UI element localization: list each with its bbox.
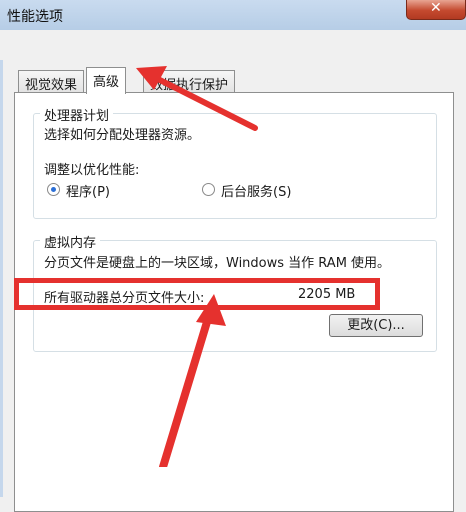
tab-dep-label: 数据执行保护 xyxy=(150,78,229,93)
background-services-radio[interactable] xyxy=(202,183,215,196)
programs-radio-label[interactable]: 程序(P) xyxy=(66,181,110,200)
tab-visual-effects[interactable]: 视觉效果 xyxy=(18,70,85,93)
virtual-memory-title: 虚拟内存 xyxy=(40,232,101,251)
radio-selected-dot xyxy=(51,187,56,192)
close-button[interactable]: ✕ xyxy=(406,0,466,20)
change-button-label: 更改(C)... xyxy=(347,318,405,333)
adjust-label: 调整以优化性能: xyxy=(44,163,140,178)
virtual-memory-description: 分页文件是硬盘上的一块区域，Windows 当作 RAM 使用。 xyxy=(44,256,391,271)
window-title: 性能选项 xyxy=(7,9,63,25)
change-button[interactable]: 更改(C)... xyxy=(329,314,423,337)
dialog-client-area: 视觉效果 高级 数据执行保护 处理器计划 选择如何分配处理器资源。 调整以优化性… xyxy=(0,30,466,512)
programs-radio[interactable] xyxy=(47,183,60,196)
processor-description: 选择如何分配处理器资源。 xyxy=(44,128,201,143)
window-border xyxy=(0,60,3,497)
tab-advanced-label: 高级 xyxy=(93,75,120,90)
title-bar: 性能选项 ✕ xyxy=(0,0,466,31)
annotation-highlight-box xyxy=(14,278,380,310)
tab-data-execution-prevention[interactable]: 数据执行保护 xyxy=(143,70,236,93)
tab-visual-effects-label: 视觉效果 xyxy=(25,78,78,93)
background-services-radio-label[interactable]: 后台服务(S) xyxy=(221,181,291,200)
tab-advanced[interactable]: 高级 xyxy=(86,67,127,94)
processor-scheduling-group: 处理器计划 选择如何分配处理器资源。 调整以优化性能: 程序(P) 后台服务(S… xyxy=(33,105,437,219)
processor-scheduling-title: 处理器计划 xyxy=(40,105,114,124)
close-icon: ✕ xyxy=(430,0,442,16)
